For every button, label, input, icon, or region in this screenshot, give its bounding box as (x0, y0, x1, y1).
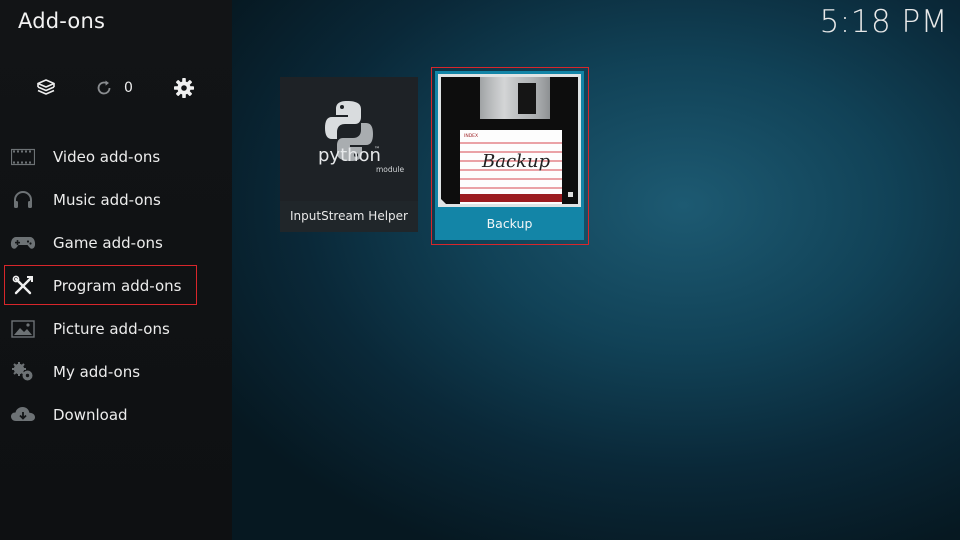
puzzle-icon (10, 361, 36, 383)
sidebar: Add-ons 0 Video add-ons Music add-ons Ga… (0, 0, 232, 540)
toolbar: 0 (0, 74, 232, 102)
python-trademark: ™ (374, 146, 380, 153)
python-module-label: module (376, 165, 404, 174)
picture-icon (10, 318, 36, 340)
focus-highlight: INDEX Backup Backup (435, 71, 584, 240)
addon-name: InputStream Helper (280, 201, 418, 232)
window-title: Add-ons (18, 9, 106, 33)
clock: 5:18 PM (819, 4, 948, 40)
cloud-download-icon (10, 404, 36, 426)
python-wordmark: python (318, 145, 381, 166)
sidebar-item-video-addons[interactable]: Video add-ons (0, 135, 232, 178)
addon-tile-inputstream-helper[interactable]: python ™ module InputStream Helper (280, 77, 418, 232)
sidebar-item-label: Program add-ons (53, 276, 182, 295)
update-count: 0 (124, 80, 133, 96)
headphones-icon (10, 189, 36, 211)
addon-name: Backup (486, 216, 533, 231)
addon-tile-backup[interactable]: INDEX Backup Backup (431, 67, 589, 245)
sidebar-item-label: Music add-ons (53, 190, 161, 209)
sidebar-item-label: Game add-ons (53, 233, 163, 252)
refresh-icon[interactable] (92, 74, 116, 102)
python-module-thumbnail: python ™ module (280, 77, 418, 201)
sidebar-item-music-addons[interactable]: Music add-ons (0, 178, 232, 221)
film-icon (10, 146, 36, 168)
sidebar-item-program-addons[interactable]: Program add-ons (0, 264, 232, 307)
gamepad-icon (10, 232, 36, 254)
label-index-text: INDEX (464, 133, 478, 139)
sidebar-item-label: My add-ons (53, 362, 141, 381)
floppy-disk-thumbnail: INDEX Backup (438, 74, 581, 207)
sidebar-item-game-addons[interactable]: Game add-ons (0, 221, 232, 264)
label-handwritten-text: Backup (481, 151, 551, 172)
sidebar-item-my-addons[interactable]: My add-ons (0, 350, 232, 393)
addon-box-icon[interactable] (34, 74, 58, 102)
sidebar-item-label: Download (53, 405, 128, 424)
sidebar-item-label: Video add-ons (53, 147, 161, 166)
gear-icon[interactable] (172, 74, 196, 102)
sidebar-item-picture-addons[interactable]: Picture add-ons (0, 307, 232, 350)
sidebar-item-download[interactable]: Download (0, 393, 232, 436)
sidebar-item-label: Picture add-ons (53, 319, 170, 338)
tools-icon (10, 275, 36, 297)
